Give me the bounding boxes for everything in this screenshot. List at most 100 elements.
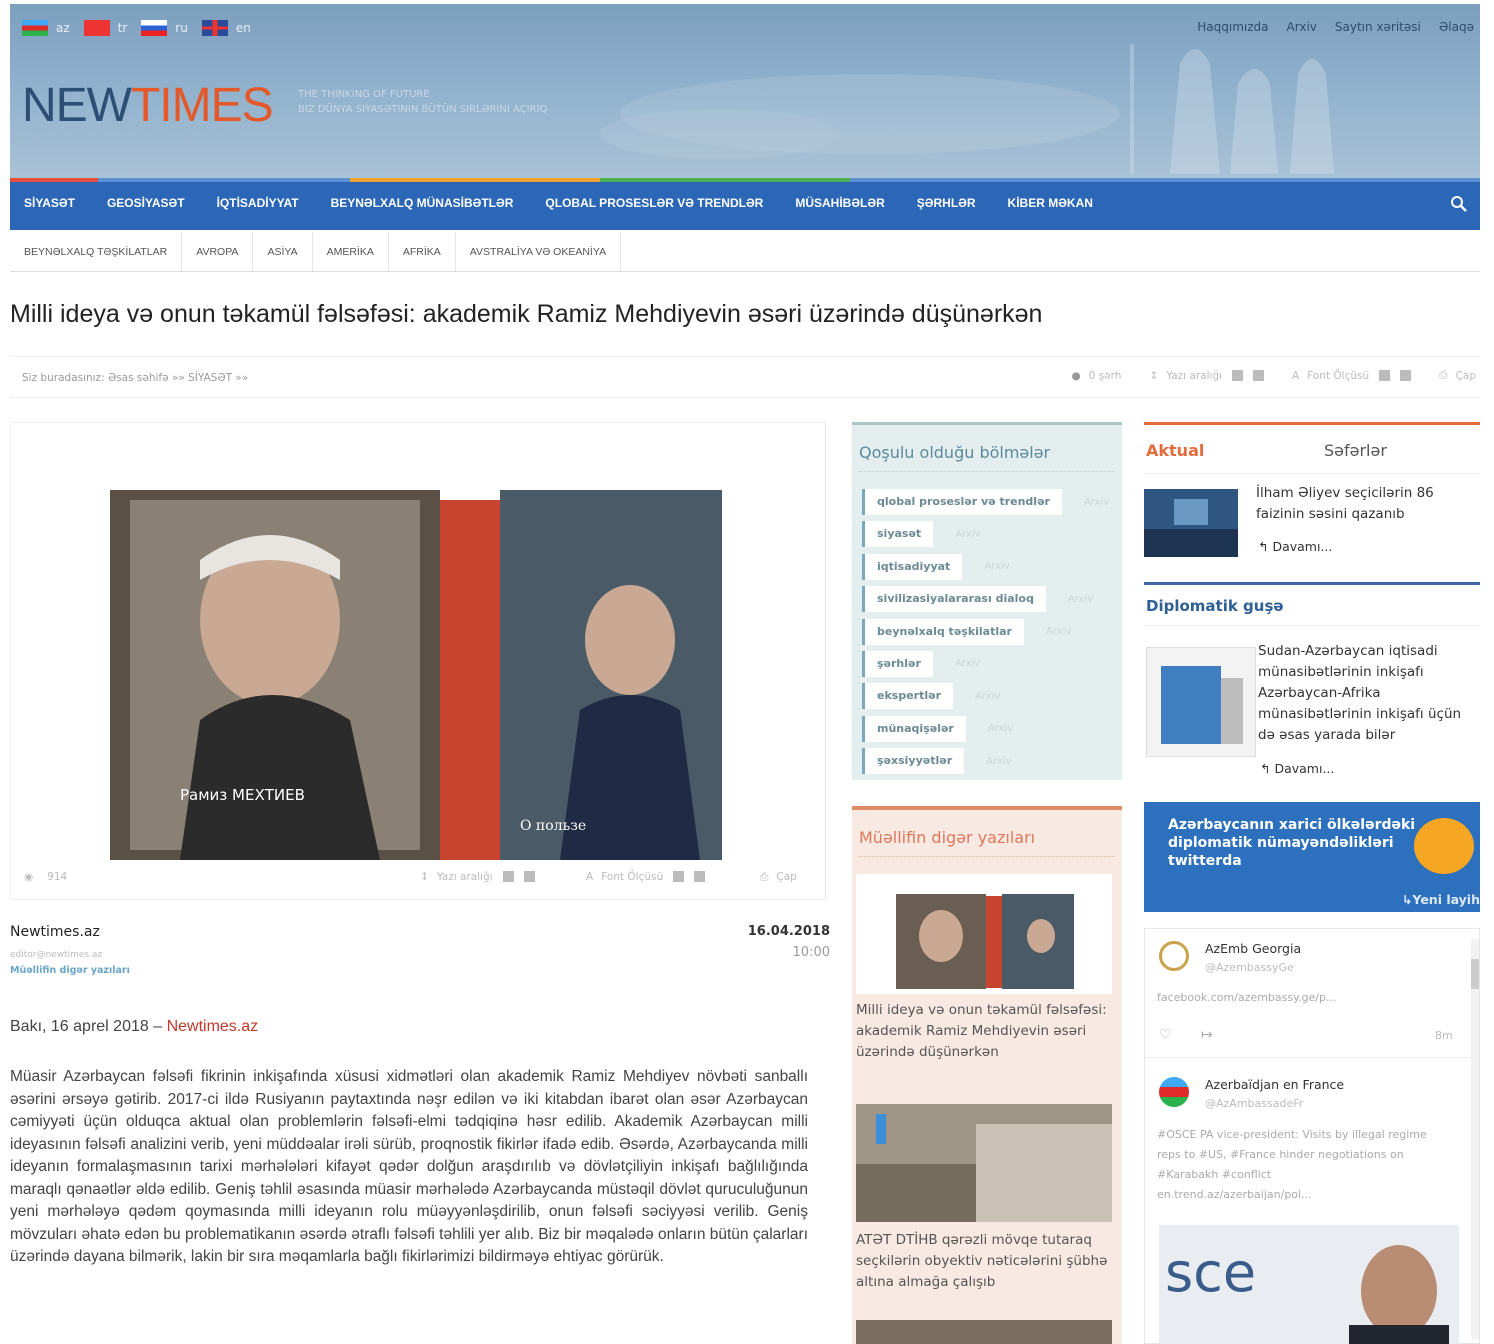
tweet-text[interactable]: #OSCE PA vice-president: Visits by illeg…: [1157, 1125, 1427, 1205]
category-tag[interactable]: ekspertlər: [862, 683, 953, 710]
book-subtitle-text: О пользе: [520, 818, 586, 834]
category-tag[interactable]: iqtisadiyyat: [862, 553, 963, 580]
tab-aktual[interactable]: Aktual: [1146, 441, 1204, 460]
lang-tr[interactable]: tr: [83, 20, 127, 36]
subnav-item[interactable]: BEYNƏLXALQ TƏŞKİLATLAR: [10, 232, 183, 271]
tweet-handle[interactable]: @AzembassyGe: [1205, 961, 1294, 974]
category-tag[interactable]: sivilizasiyalararası dialoq: [862, 586, 1046, 613]
nav-musahibeler[interactable]: MÜSAHİBƏLƏR: [795, 196, 884, 210]
publish-time: 10:00: [792, 945, 830, 960]
site-logo[interactable]: NEWTIMES: [22, 82, 274, 130]
link-archive[interactable]: Arxiv: [1287, 20, 1317, 34]
category-archive-link[interactable]: Arxiv: [955, 658, 980, 669]
nav-siyaset[interactable]: SİYASƏT: [24, 196, 75, 210]
avatar[interactable]: [1159, 1077, 1189, 1107]
category-tag[interactable]: qlobal proseslər və trendlər: [862, 489, 1062, 515]
print-button[interactable]: ⎙ Çap: [760, 871, 797, 884]
tweet-author[interactable]: Azerbaïdjan en France: [1205, 1077, 1344, 1092]
lang-en[interactable]: en: [201, 20, 251, 36]
read-more-link[interactable]: ↰ Davamı...: [1258, 539, 1332, 554]
tweet-image[interactable]: sce: [1159, 1225, 1459, 1344]
category-archive-link[interactable]: Arxiv: [988, 723, 1013, 734]
post-thumbnail[interactable]: [856, 874, 1112, 994]
top-links: Haqqımızda Arxiv Saytın xəritəsi Əlaqə: [1197, 20, 1474, 34]
nav-iqtisadiyyat[interactable]: İQTİSADİYYAT: [217, 196, 299, 210]
increase-button[interactable]: [1379, 370, 1391, 381]
site-header: az tr ru en Haqqımızda Arxiv Saytın xəri…: [10, 4, 1480, 178]
link-sitemap[interactable]: Saytın xəritəsi: [1335, 20, 1421, 34]
diplomatic-box: Diplomatik guşə Sudan-Azərbaycan iqtisad…: [1144, 582, 1480, 782]
like-icon[interactable]: ♡: [1159, 1027, 1172, 1043]
tab-seferler[interactable]: Səfərlər: [1324, 441, 1387, 460]
nav-serhler[interactable]: ŞƏRHLƏR: [917, 196, 976, 210]
tweet-text[interactable]: facebook.com/azembassy.ge/p...: [1157, 991, 1337, 1004]
arrow-icon: ↰: [1258, 539, 1273, 554]
subnav-item[interactable]: AVROPA: [182, 232, 254, 271]
increase-button[interactable]: [1232, 370, 1244, 381]
subnav-item[interactable]: AFRİKA: [389, 232, 456, 271]
language-switcher: az tr ru en: [22, 20, 251, 36]
nav-kiber[interactable]: KİBER MƏKAN: [1008, 196, 1093, 210]
font-size-control[interactable]: A Font Ölçüsü: [586, 871, 706, 883]
nav-qlobal[interactable]: QLOBAL PROSESLƏR VƏ TRENDLƏR: [545, 196, 763, 210]
other-post-link[interactable]: Milli ideya və onun təkamül fəlsəfəsi: a…: [856, 1000, 1112, 1063]
breadcrumb[interactable]: Siz buradasınız: Əsas səhifə »» SİYASƏT …: [22, 372, 248, 384]
category-archive-link[interactable]: Arxiv: [955, 529, 980, 540]
decrease-button[interactable]: [694, 871, 706, 882]
other-post-link[interactable]: ATƏT DTİHB qərəzli mövqe tutaraq seçkilə…: [856, 1230, 1112, 1293]
category-tag[interactable]: siyasət: [862, 521, 934, 548]
lang-ru[interactable]: ru: [141, 20, 188, 36]
category-tag[interactable]: şəxsiyyətlər: [862, 748, 965, 775]
line-spacing-control[interactable]: ↕ Yazı aralığı: [420, 871, 535, 883]
increase-button[interactable]: [502, 871, 514, 882]
tweet-author[interactable]: AzEmb Georgia: [1205, 941, 1301, 956]
author-other-posts-link[interactable]: Müəllifin digər yazıları: [10, 965, 130, 976]
post-thumbnail[interactable]: [856, 1104, 1112, 1222]
category-archive-link[interactable]: Arxiv: [1084, 497, 1109, 508]
news-thumbnail[interactable]: [1144, 489, 1238, 557]
read-more-link[interactable]: ↰ Davamı...: [1260, 761, 1334, 776]
category-tag[interactable]: beynəlxalq təşkilatlar: [862, 618, 1024, 645]
news-thumbnail[interactable]: [1146, 647, 1256, 757]
link-contact[interactable]: Əlaqə: [1439, 20, 1474, 34]
category-archive-link[interactable]: Arxiv: [1068, 594, 1093, 605]
category-archive-link[interactable]: Arxiv: [975, 691, 1000, 702]
category-archive-link[interactable]: Arxiv: [984, 561, 1009, 572]
nav-beynelxalq[interactable]: BEYNƏLXALQ MÜNASİBƏTLƏR: [331, 196, 514, 210]
tweet-time: 8m: [1435, 1029, 1453, 1042]
author-other-posts-box: Müəllifin digər yazıları Milli ideya və …: [852, 806, 1122, 1344]
source-link[interactable]: Newtimes.az: [167, 1018, 259, 1035]
subnav-item[interactable]: AMERİKA: [313, 232, 389, 271]
subnav-item[interactable]: AVSTRALİYA VƏ OKEANİYA: [456, 232, 622, 271]
twitter-banner[interactable]: Azərbaycanın xarici ölkələrdəki diplomat…: [1144, 802, 1480, 912]
feed-scrollbar[interactable]: [1471, 939, 1479, 1339]
other-posts-title: Müəllifin digər yazıları: [859, 828, 1036, 847]
subnav-item[interactable]: ASİYA: [253, 232, 313, 271]
category-archive-link[interactable]: Arxiv: [986, 756, 1011, 767]
decrease-button[interactable]: [523, 871, 535, 882]
font-size-control[interactable]: A Font Ölçüsü: [1292, 370, 1412, 382]
print-button[interactable]: ⎙ Çap: [1439, 369, 1476, 382]
line-spacing-control[interactable]: ↕ Yazı aralığı: [1149, 370, 1265, 382]
decrease-button[interactable]: [1253, 370, 1265, 381]
link-about[interactable]: Haqqımızda: [1197, 20, 1268, 34]
decrease-button[interactable]: [1400, 370, 1412, 381]
news-link[interactable]: İlham Əliyev seçicilərin 86 faizinin səs…: [1256, 483, 1476, 525]
author-name[interactable]: Newtimes.az: [10, 924, 100, 940]
category-archive-link[interactable]: Arxiv: [1046, 626, 1071, 637]
increase-button[interactable]: [673, 871, 685, 882]
search-icon[interactable]: [1450, 195, 1468, 213]
nav-geosiyaset[interactable]: GEOSİYASƏT: [107, 196, 185, 210]
tweet-handle[interactable]: @AzAmbassadeFr: [1205, 1097, 1303, 1110]
post-thumbnail[interactable]: [856, 1320, 1112, 1344]
category-tag[interactable]: münaqişələr: [862, 715, 966, 742]
page-title: Milli ideya və onun təkamül fəlsəfəsi: a…: [10, 300, 1043, 328]
category-tag[interactable]: şərhlər: [862, 650, 933, 677]
author-email[interactable]: editor@newtimes.az: [10, 950, 102, 960]
avatar[interactable]: [1159, 941, 1189, 971]
lang-az[interactable]: az: [22, 20, 70, 36]
view-count: ◉ 914: [24, 871, 68, 883]
share-tweet-icon[interactable]: ↦: [1201, 1027, 1213, 1043]
news-link[interactable]: Sudan-Azərbaycan iqtisadi münasibətlərin…: [1258, 641, 1480, 746]
comments-count[interactable]: ● 0 şərh: [1072, 370, 1122, 382]
